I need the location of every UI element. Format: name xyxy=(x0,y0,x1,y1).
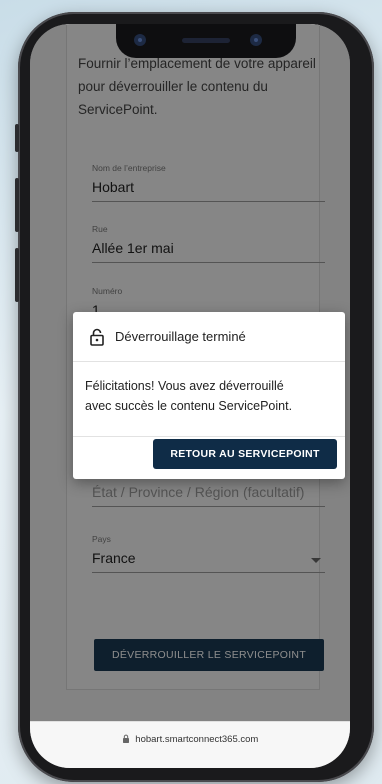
browser-url-bar[interactable]: hobart.smartconnect365.com xyxy=(30,721,350,768)
volume-button-up xyxy=(15,124,19,152)
dialog-message-line: avec succès le contenu ServicePoint. xyxy=(85,399,293,413)
camera-lens-right xyxy=(250,34,262,46)
dialog-message-line: Félicitations! Vous avez déverrouillé xyxy=(85,379,284,393)
phone-screen: Fournir l’emplacement de votre appareil … xyxy=(30,24,350,768)
side-button xyxy=(15,248,19,302)
lock-open-icon xyxy=(90,328,104,346)
browser-url: hobart.smartconnect365.com xyxy=(135,734,259,745)
dialog-title: Déverrouillage terminé xyxy=(115,329,246,344)
camera-lens-left xyxy=(134,34,146,46)
lock-icon xyxy=(122,734,129,743)
speaker-grille xyxy=(182,38,230,43)
dialog-header: Déverrouillage terminé xyxy=(73,312,345,362)
back-to-servicepoint-button[interactable]: RETOUR AU SERVICEPOINT xyxy=(153,439,337,469)
unlock-complete-dialog: Déverrouillage terminé Félicitations! Vo… xyxy=(73,312,345,479)
volume-button-down xyxy=(15,178,19,232)
camera-notch xyxy=(116,24,296,58)
dialog-message: Félicitations! Vous avez déverrouillé av… xyxy=(73,362,345,437)
